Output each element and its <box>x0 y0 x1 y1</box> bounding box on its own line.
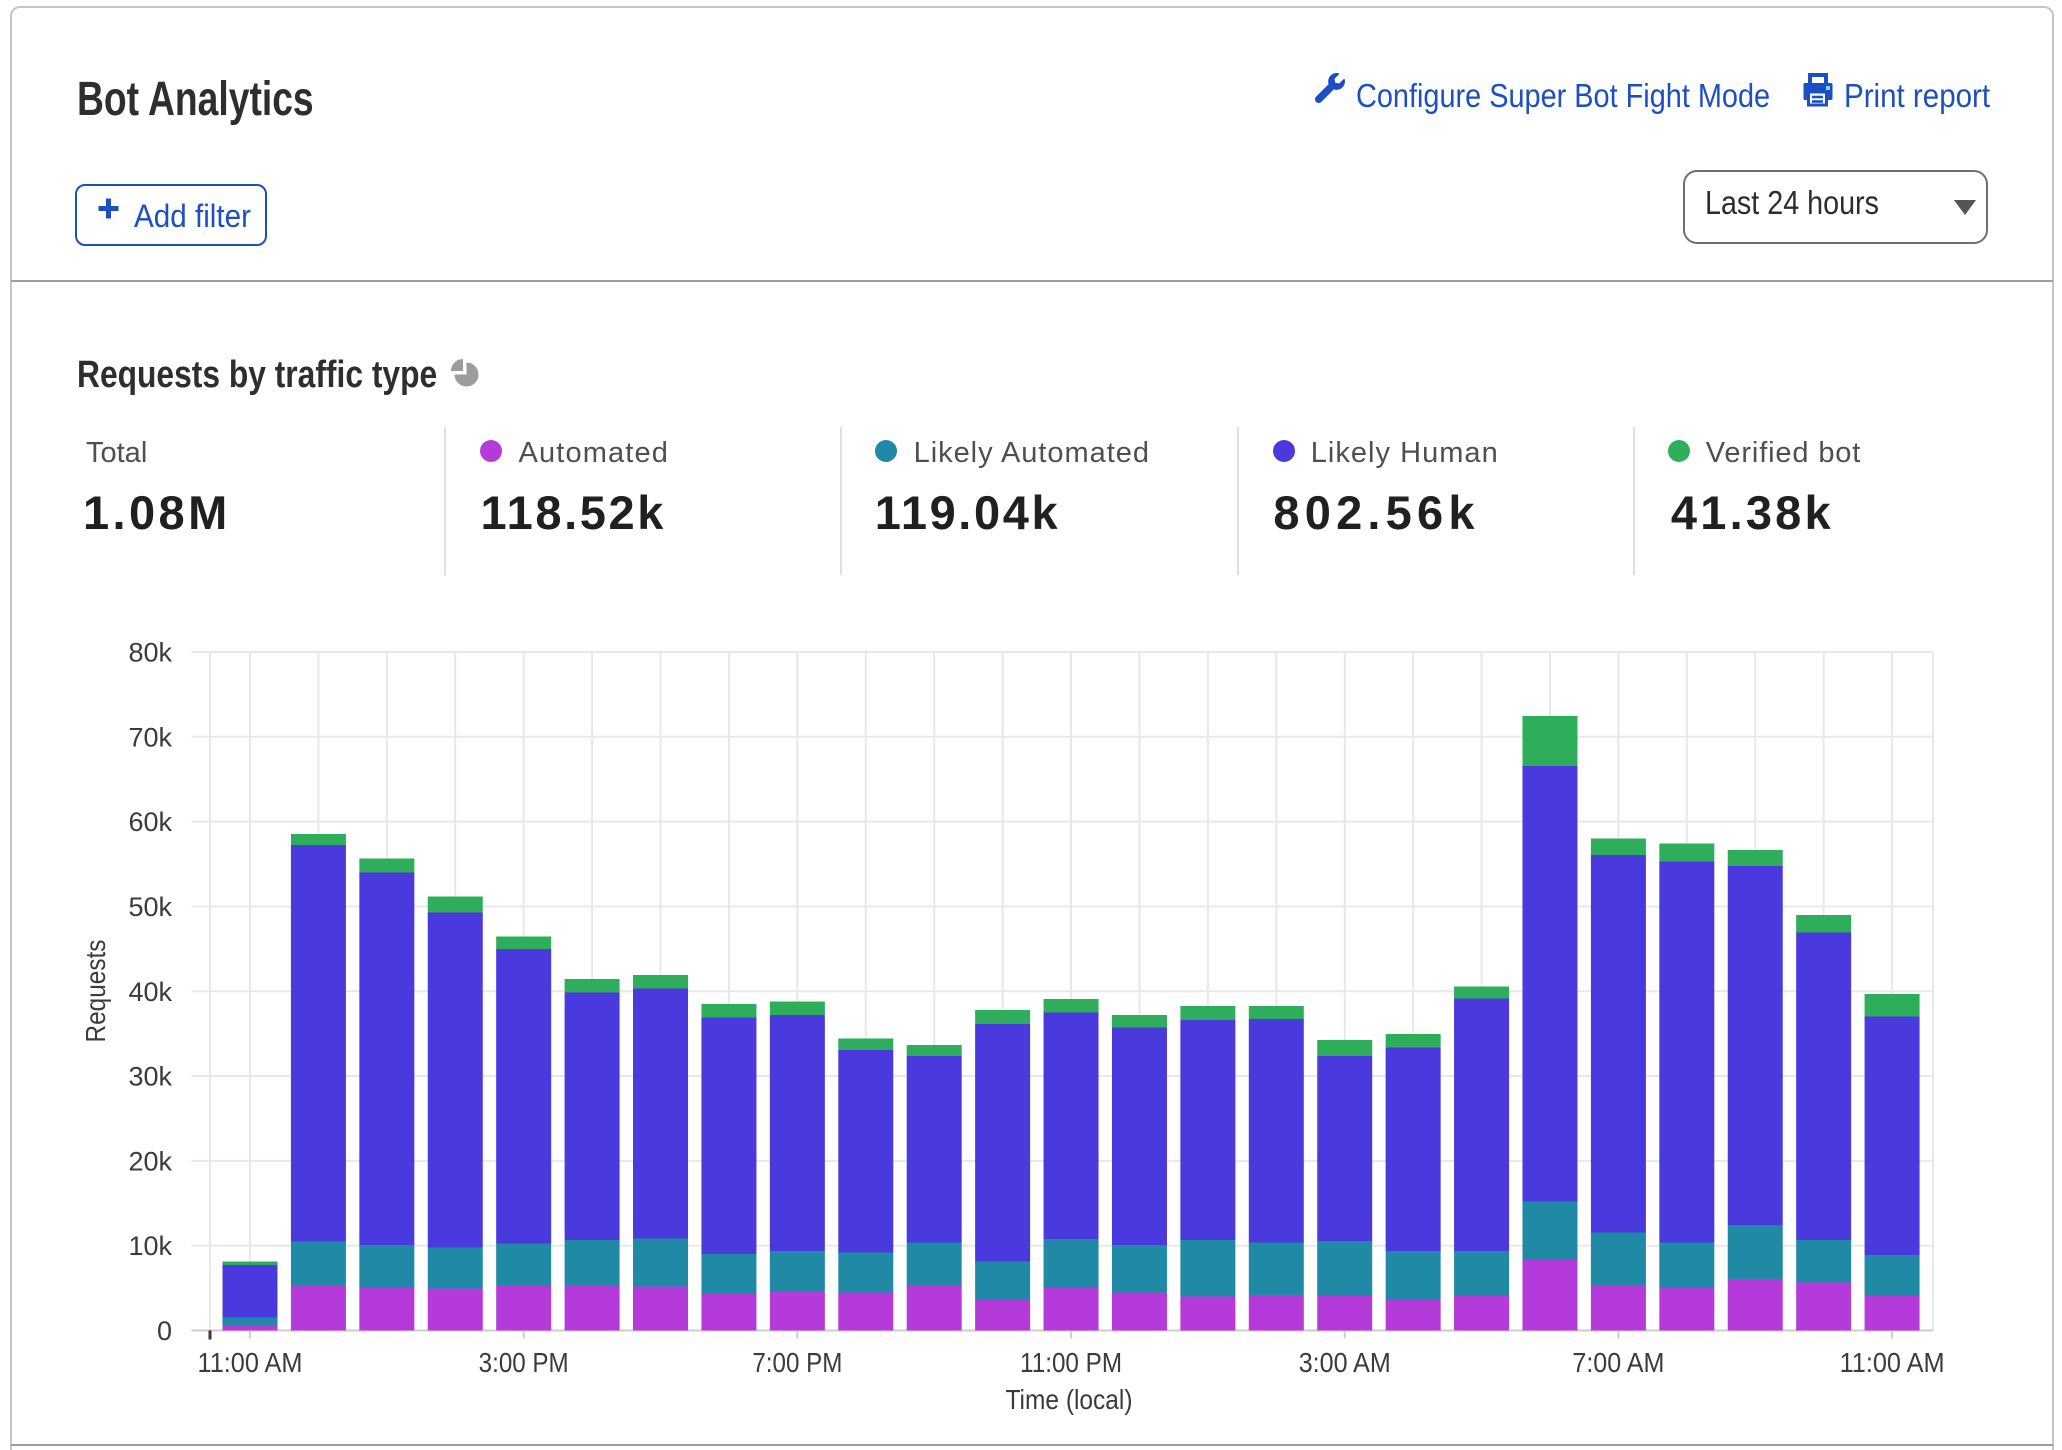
svg-text:7:00 AM: 7:00 AM <box>1572 1347 1664 1378</box>
svg-text:11:00 PM: 11:00 PM <box>1020 1347 1122 1378</box>
svg-text:30k: 30k <box>128 1062 172 1092</box>
svg-text:7:00 PM: 7:00 PM <box>752 1347 842 1378</box>
svg-text:70k: 70k <box>128 722 172 752</box>
svg-text:11:00 AM: 11:00 AM <box>198 1347 303 1378</box>
svg-text:Requests: Requests <box>80 940 111 1043</box>
svg-text:0: 0 <box>157 1316 172 1346</box>
svg-text:10k: 10k <box>128 1231 172 1261</box>
svg-text:50k: 50k <box>128 892 172 922</box>
svg-text:11:00 AM: 11:00 AM <box>1840 1347 1945 1378</box>
svg-text:20k: 20k <box>128 1146 172 1176</box>
svg-text:3:00 AM: 3:00 AM <box>1299 1347 1391 1378</box>
svg-text:60k: 60k <box>128 807 172 837</box>
svg-text:3:00 PM: 3:00 PM <box>479 1347 569 1378</box>
svg-text:Time (local): Time (local) <box>1006 1384 1133 1415</box>
svg-text:40k: 40k <box>128 977 172 1007</box>
svg-text:80k: 80k <box>128 638 172 668</box>
